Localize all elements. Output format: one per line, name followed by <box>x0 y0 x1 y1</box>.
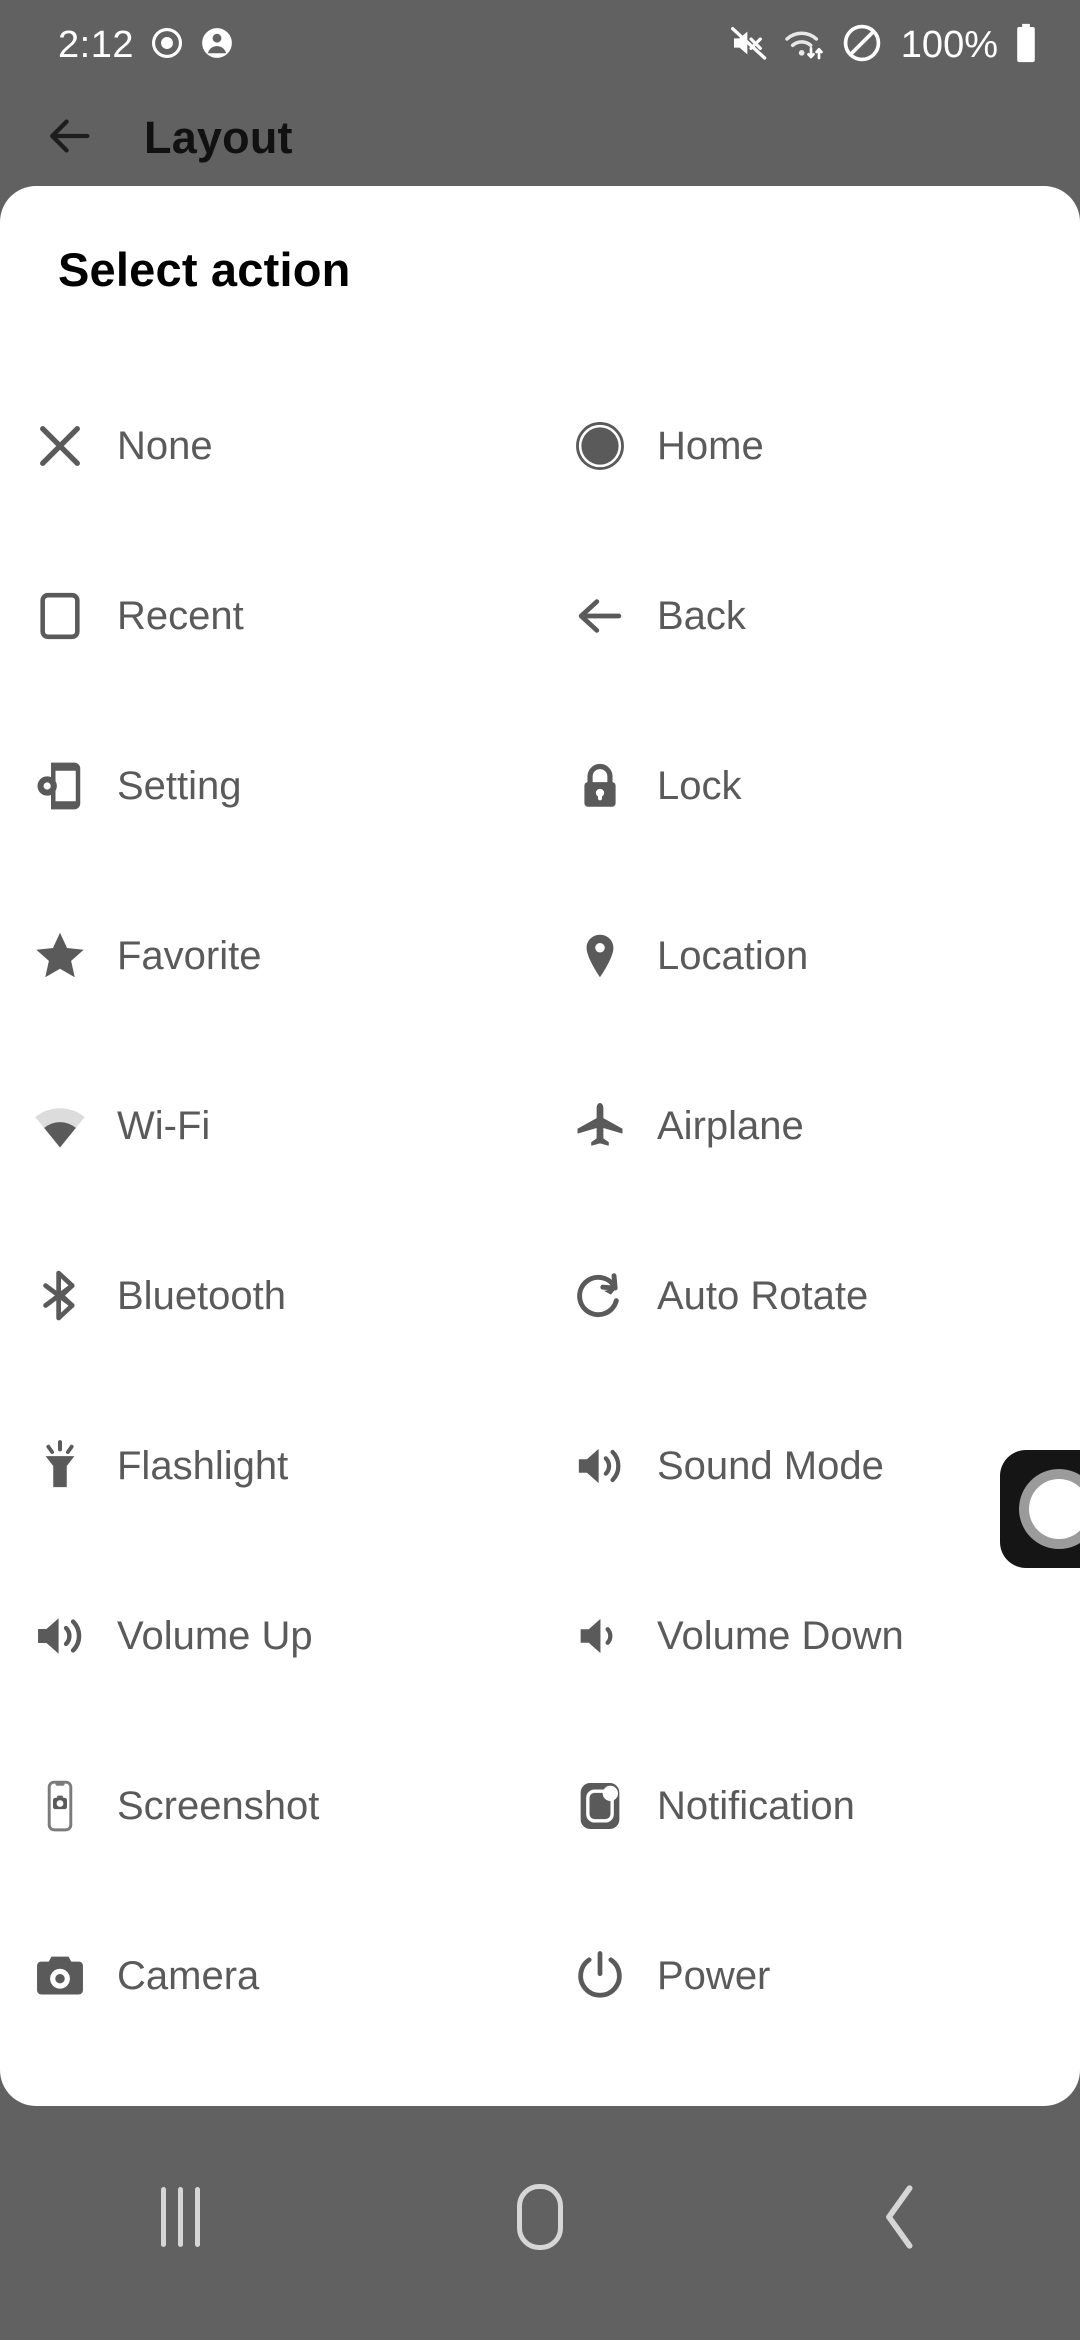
action-item-sound-mode[interactable]: Sound Mode <box>540 1381 1080 1551</box>
auto-rotate-icon <box>565 1261 635 1331</box>
account-icon <box>200 26 234 65</box>
action-item-wifi[interactable]: Wi-Fi <box>0 1041 540 1211</box>
action-label: Volume Up <box>117 1613 313 1658</box>
arrow-left-icon <box>44 110 96 167</box>
status-bar-left: 2:12 <box>58 26 234 65</box>
action-item-lock[interactable]: Lock <box>540 701 1080 871</box>
speaker-wave-icon <box>565 1431 635 1501</box>
status-clock: 2:12 <box>58 24 134 66</box>
action-grid: None Home Recent Back Setting Lock Favor… <box>0 361 1080 2061</box>
action-item-notification[interactable]: Notification <box>540 1721 1080 1891</box>
close-icon <box>25 411 95 481</box>
mute-icon <box>729 23 769 68</box>
action-label: Power <box>657 1953 771 1998</box>
action-item-auto-rotate[interactable]: Auto Rotate <box>540 1211 1080 1381</box>
flashlight-icon <box>25 1431 95 1501</box>
action-label: Recent <box>117 593 244 638</box>
home-circle-icon <box>565 411 635 481</box>
action-label: Sound Mode <box>657 1443 884 1488</box>
home-icon <box>517 2184 563 2250</box>
action-label: Lock <box>657 763 742 808</box>
action-label: Bluetooth <box>117 1273 287 1318</box>
arrow-left-icon <box>565 581 635 651</box>
battery-percent-label: 100% <box>900 24 998 66</box>
action-item-favorite[interactable]: Favorite <box>0 871 540 1041</box>
status-bar: 2:12 100% <box>0 0 1080 90</box>
action-item-screenshot[interactable]: Screenshot <box>0 1721 540 1891</box>
nav-back-button[interactable] <box>805 2157 995 2277</box>
wifi-icon <box>25 1091 95 1161</box>
action-label: Setting <box>117 763 242 808</box>
action-item-volume-up[interactable]: Volume Up <box>0 1551 540 1721</box>
volume-down-icon <box>565 1601 635 1671</box>
action-item-back[interactable]: Back <box>540 531 1080 701</box>
action-item-airplane[interactable]: Airplane <box>540 1041 1080 1211</box>
action-label: Notification <box>657 1783 855 1828</box>
action-label: Location <box>657 933 809 978</box>
power-icon <box>565 1941 635 2011</box>
chevron-left-icon <box>870 2181 930 2253</box>
phone-gear-icon <box>25 751 95 821</box>
camera-icon <box>25 1941 95 2011</box>
assistive-touch-ring-inner <box>1029 1479 1080 1539</box>
action-label: Volume Down <box>657 1613 904 1658</box>
action-label: Wi-Fi <box>117 1103 211 1148</box>
star-icon <box>25 921 95 991</box>
action-item-none[interactable]: None <box>0 361 540 531</box>
action-item-location[interactable]: Location <box>540 871 1080 1041</box>
action-label: Camera <box>117 1953 260 1998</box>
volume-up-icon <box>25 1601 95 1671</box>
airplane-icon <box>565 1091 635 1161</box>
navigation-bar <box>0 2106 1080 2340</box>
action-item-volume-down[interactable]: Volume Down <box>540 1551 1080 1721</box>
action-label: Airplane <box>657 1103 804 1148</box>
action-item-camera[interactable]: Camera <box>0 1891 540 2061</box>
action-label: Home <box>657 423 764 468</box>
action-label: Auto Rotate <box>657 1273 869 1318</box>
recent-square-icon <box>25 581 95 651</box>
notification-icon <box>565 1771 635 1841</box>
action-label: Favorite <box>117 933 262 978</box>
action-item-power[interactable]: Power <box>540 1891 1080 2061</box>
action-item-setting[interactable]: Setting <box>0 701 540 871</box>
toolbar-back-button[interactable] <box>24 92 116 184</box>
map-pin-icon <box>565 921 635 991</box>
battery-full-icon <box>1012 22 1040 69</box>
recents-icon <box>160 2187 200 2247</box>
app-toolbar: Layout <box>0 90 1080 186</box>
assistive-touch-floating-button[interactable] <box>1000 1450 1080 1568</box>
select-action-dialog: Select action None Home Recent Back Sett… <box>0 186 1080 2106</box>
page-title: Layout <box>144 112 293 163</box>
wifi-data-icon <box>783 23 827 68</box>
nav-home-button[interactable] <box>445 2157 635 2277</box>
assistive-touch-ring-icon <box>1019 1469 1080 1549</box>
action-label: Screenshot <box>117 1783 320 1828</box>
phone-screen: 2:12 100% Layout Select action None Home… <box>0 0 1080 2340</box>
dialog-title: Select action <box>58 243 351 296</box>
status-bar-right: 100% <box>729 22 1040 69</box>
do-not-disturb-icon <box>841 22 883 69</box>
action-label: Flashlight <box>117 1443 289 1488</box>
phone-camera-icon <box>25 1771 95 1841</box>
action-label: None <box>117 423 213 468</box>
action-item-home[interactable]: Home <box>540 361 1080 531</box>
action-label: Back <box>657 593 746 638</box>
action-item-flashlight[interactable]: Flashlight <box>0 1381 540 1551</box>
screen-record-icon <box>150 26 184 65</box>
action-item-recent[interactable]: Recent <box>0 531 540 701</box>
nav-recents-button[interactable] <box>85 2157 275 2277</box>
lock-icon <box>565 751 635 821</box>
bluetooth-icon <box>25 1261 95 1331</box>
action-item-bluetooth[interactable]: Bluetooth <box>0 1211 540 1381</box>
